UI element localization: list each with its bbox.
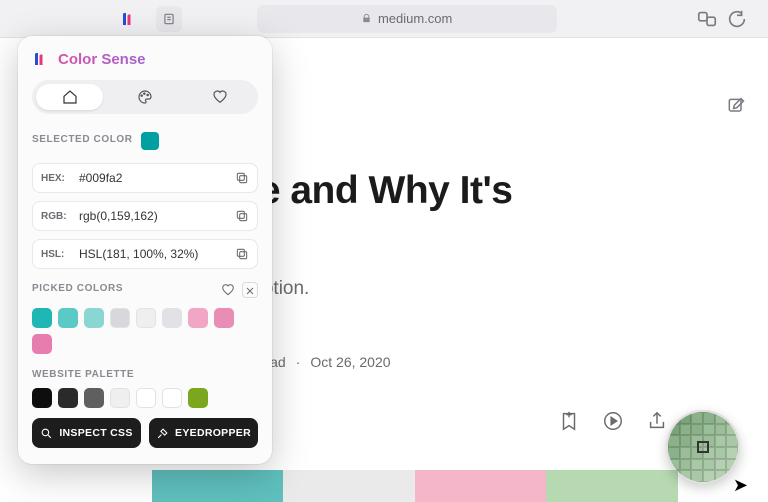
play-icon[interactable] xyxy=(602,410,624,432)
color-value-row: HEX: #009fa2 xyxy=(32,163,258,193)
magnifier-focus-box xyxy=(697,441,709,453)
website-palette-row xyxy=(32,388,258,408)
address-bar[interactable]: medium.com xyxy=(257,5,557,33)
eyedropper-button[interactable]: EYEDROPPER xyxy=(149,418,258,448)
compose-icon[interactable] xyxy=(726,96,746,121)
tab-switcher xyxy=(32,80,258,114)
color-swatch[interactable] xyxy=(84,388,104,408)
browser-toolbar: medium.com xyxy=(0,0,768,38)
color-swatch[interactable] xyxy=(214,308,234,328)
eyedropper-magnifier[interactable] xyxy=(666,410,740,484)
color-swatch[interactable] xyxy=(162,308,182,328)
color-swatch[interactable] xyxy=(136,308,156,328)
value-text: rgb(0,159,162) xyxy=(79,209,227,223)
copy-icon[interactable] xyxy=(235,209,249,223)
brand-logo-icon xyxy=(32,50,50,68)
clear-icon[interactable] xyxy=(242,282,258,298)
tab-home[interactable] xyxy=(36,84,103,110)
color-swatch[interactable] xyxy=(32,388,52,408)
value-key: RGB: xyxy=(41,211,71,222)
color-swatch[interactable] xyxy=(136,388,156,408)
color-swatch[interactable] xyxy=(188,388,208,408)
picked-colors-row xyxy=(32,308,258,354)
picked-colors-label: PICKED COLORS xyxy=(32,283,123,294)
color-swatch[interactable] xyxy=(32,334,52,354)
inspect-css-button[interactable]: INSPECT CSS xyxy=(32,418,141,448)
color-swatch[interactable] xyxy=(58,308,78,328)
favorite-icon[interactable] xyxy=(220,282,236,298)
brand-name: Color Sense xyxy=(58,51,146,68)
publish-date: Oct 26, 2020 xyxy=(310,354,390,370)
tab-palette[interactable] xyxy=(111,84,178,110)
extension-icon[interactable] xyxy=(120,10,138,28)
translate-icon[interactable] xyxy=(696,8,718,30)
share-icon[interactable] xyxy=(646,410,668,432)
color-swatch[interactable] xyxy=(84,308,104,328)
value-key: HEX: xyxy=(41,173,71,184)
copy-icon[interactable] xyxy=(235,247,249,261)
bookmark-icon[interactable] xyxy=(558,410,580,432)
copy-icon[interactable] xyxy=(235,171,249,185)
color-value-row: HSL: HSL(181, 100%, 32%) xyxy=(32,239,258,269)
value-text: HSL(181, 100%, 32%) xyxy=(79,247,227,261)
value-text: #009fa2 xyxy=(79,171,227,185)
color-swatch[interactable] xyxy=(188,308,208,328)
colorsense-panel: Color Sense SELECTED COLOR HEX: #009fa2 RG… xyxy=(18,36,272,464)
hero-image-strip xyxy=(20,470,678,502)
color-swatch[interactable] xyxy=(110,388,130,408)
lock-icon xyxy=(361,13,372,24)
extension-brand: Color Sense xyxy=(32,50,258,68)
color-value-row: RGB: rgb(0,159,162) xyxy=(32,201,258,231)
color-swatch[interactable] xyxy=(58,388,78,408)
url-text: medium.com xyxy=(378,11,452,26)
tab-favorites[interactable] xyxy=(187,84,254,110)
selected-color-label: SELECTED COLOR xyxy=(32,134,133,145)
selected-color-swatch[interactable] xyxy=(141,132,159,150)
reader-mode-button[interactable] xyxy=(156,6,182,32)
color-swatch[interactable] xyxy=(32,308,52,328)
refresh-icon[interactable] xyxy=(726,8,748,30)
website-palette-label: WEBSITE PALETTE xyxy=(32,369,134,380)
cursor-icon: ➤ xyxy=(733,475,748,496)
color-swatch[interactable] xyxy=(162,388,182,408)
value-key: HSL: xyxy=(41,249,71,260)
color-swatch[interactable] xyxy=(110,308,130,328)
